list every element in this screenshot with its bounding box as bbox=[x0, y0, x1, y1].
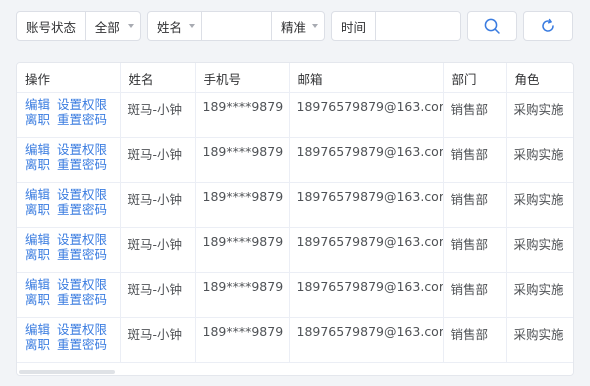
table-row: 编辑 设置权限 离职 重置密码 斑马-小钟 189****9879 18976579… bbox=[17, 272, 573, 318]
reset-password-link[interactable]: 重置密码 bbox=[57, 337, 107, 352]
edit-link[interactable]: 编辑 bbox=[25, 142, 50, 157]
reset-password-link[interactable]: 重置密码 bbox=[57, 202, 107, 217]
account-status-label: 账号状态 bbox=[26, 19, 77, 35]
table-row: 编辑 设置权限 离职 重置密码 斑马-小钟 189****9879 18976579… bbox=[17, 92, 573, 138]
column-header-name: 姓名 bbox=[120, 63, 196, 93]
cell-role: 采购实施 bbox=[506, 92, 573, 138]
set-permissions-link[interactable]: 设置权限 bbox=[57, 187, 107, 202]
table-row: 编辑 设置权限 离职 重置密码 斑马-小钟 189****9879 18976579… bbox=[17, 227, 573, 273]
cell-email: 18976579879@163.com bbox=[289, 137, 444, 183]
search-button[interactable] bbox=[467, 11, 517, 41]
name-search-input[interactable] bbox=[201, 12, 271, 40]
set-permissions-link[interactable]: 设置权限 bbox=[57, 142, 107, 157]
edit-link[interactable]: 编辑 bbox=[25, 277, 50, 292]
cell-name: 斑马-小钟 bbox=[120, 272, 196, 318]
cell-email: 18976579879@163.com bbox=[289, 272, 444, 318]
cell-department: 销售部 bbox=[443, 137, 507, 183]
table-body: 编辑 设置权限 离职 重置密码 斑马-小钟 189****9879 18976579… bbox=[17, 92, 573, 363]
cell-role: 采购实施 bbox=[506, 182, 573, 228]
cell-email: 18976579879@163.com bbox=[289, 92, 444, 138]
column-header-department: 部门 bbox=[443, 63, 507, 93]
reset-password-link[interactable]: 重置密码 bbox=[57, 157, 107, 172]
filter-bar: 账号状态 全部 姓名 精准 时间 bbox=[0, 0, 590, 50]
match-mode-value: 精准 bbox=[281, 19, 307, 35]
cell-name: 斑马-小钟 bbox=[120, 92, 196, 138]
reset-password-link[interactable]: 重置密码 bbox=[57, 292, 107, 307]
user-table-card: 操作 姓名 手机号 邮箱 部门 角色 编辑 设置权限 离职 重置密码 斑马-小钟 1… bbox=[16, 62, 574, 376]
row-actions: 编辑 设置权限 离职 重置密码 bbox=[17, 317, 121, 363]
edit-link[interactable]: 编辑 bbox=[25, 187, 50, 202]
chevron-down-icon bbox=[189, 24, 195, 28]
cell-department: 销售部 bbox=[443, 272, 507, 318]
search-icon bbox=[484, 18, 500, 34]
cell-phone: 189****9879 bbox=[195, 92, 290, 138]
cell-phone: 189****9879 bbox=[195, 137, 290, 183]
match-mode-select[interactable]: 精准 bbox=[271, 12, 324, 40]
refresh-icon bbox=[542, 18, 554, 32]
table-row: 编辑 设置权限 离职 重置密码 斑马-小钟 189****9879 18976579… bbox=[17, 137, 573, 183]
resign-link[interactable]: 离职 bbox=[25, 292, 50, 307]
resign-link[interactable]: 离职 bbox=[25, 247, 50, 262]
column-header-phone: 手机号 bbox=[195, 63, 290, 93]
time-label: 时间 bbox=[341, 19, 367, 35]
cell-name: 斑马-小钟 bbox=[120, 317, 196, 363]
cell-name: 斑马-小钟 bbox=[120, 227, 196, 273]
set-permissions-link[interactable]: 设置权限 bbox=[57, 277, 107, 292]
cell-phone: 189****9879 bbox=[195, 182, 290, 228]
row-actions: 编辑 设置权限 离职 重置密码 bbox=[17, 227, 121, 273]
scrollbar-thumb[interactable] bbox=[19, 370, 115, 374]
reset-password-link[interactable]: 重置密码 bbox=[57, 247, 107, 262]
cell-name: 斑马-小钟 bbox=[120, 182, 196, 228]
row-actions: 编辑 设置权限 离职 重置密码 bbox=[17, 272, 121, 318]
table-row: 编辑 设置权限 离职 重置密码 斑马-小钟 189****9879 18976579… bbox=[17, 182, 573, 228]
row-actions: 编辑 设置权限 离职 重置密码 bbox=[17, 92, 121, 138]
cell-role: 采购实施 bbox=[506, 227, 573, 273]
chevron-down-icon bbox=[312, 24, 319, 28]
cell-name: 斑马-小钟 bbox=[120, 137, 196, 183]
cell-role: 采购实施 bbox=[506, 137, 573, 183]
name-field-select[interactable]: 姓名 bbox=[148, 12, 201, 40]
cell-email: 18976579879@163.com bbox=[289, 227, 444, 273]
table-header: 操作 姓名 手机号 邮箱 部门 角色 bbox=[17, 63, 573, 93]
row-actions: 编辑 设置权限 离职 重置密码 bbox=[17, 182, 121, 228]
reset-password-link[interactable]: 重置密码 bbox=[57, 112, 107, 127]
account-status-value: 全部 bbox=[94, 19, 120, 35]
cell-email: 18976579879@163.com bbox=[289, 317, 444, 363]
resign-link[interactable]: 离职 bbox=[25, 157, 50, 172]
resign-link[interactable]: 离职 bbox=[25, 337, 50, 352]
name-search-filter: 姓名 精准 bbox=[147, 11, 325, 41]
cell-phone: 189****9879 bbox=[195, 227, 290, 273]
refresh-button[interactable] bbox=[523, 11, 573, 41]
resign-link[interactable]: 离职 bbox=[25, 112, 50, 127]
column-header-email: 邮箱 bbox=[289, 63, 444, 93]
horizontal-scrollbar[interactable] bbox=[17, 370, 573, 375]
time-filter: 时间 bbox=[331, 11, 461, 41]
name-field-value: 姓名 bbox=[157, 19, 183, 35]
edit-link[interactable]: 编辑 bbox=[25, 97, 50, 112]
cell-department: 销售部 bbox=[443, 227, 507, 273]
column-header-actions: 操作 bbox=[17, 63, 121, 93]
account-status-filter: 账号状态 全部 bbox=[16, 11, 141, 41]
edit-link[interactable]: 编辑 bbox=[25, 232, 50, 247]
cell-department: 销售部 bbox=[443, 92, 507, 138]
chevron-down-icon bbox=[128, 24, 134, 28]
account-status-select[interactable]: 全部 bbox=[84, 12, 140, 40]
set-permissions-link[interactable]: 设置权限 bbox=[57, 232, 107, 247]
cell-role: 采购实施 bbox=[506, 272, 573, 318]
set-permissions-link[interactable]: 设置权限 bbox=[57, 322, 107, 337]
resign-link[interactable]: 离职 bbox=[25, 202, 50, 217]
cell-department: 销售部 bbox=[443, 317, 507, 363]
table-row: 编辑 设置权限 离职 重置密码 斑马-小钟 189****9879 18976579… bbox=[17, 317, 573, 363]
column-header-role: 角色 bbox=[506, 63, 573, 93]
edit-link[interactable]: 编辑 bbox=[25, 322, 50, 337]
cell-phone: 189****9879 bbox=[195, 317, 290, 363]
user-table: 操作 姓名 手机号 邮箱 部门 角色 编辑 设置权限 离职 重置密码 斑马-小钟 1… bbox=[17, 63, 573, 363]
cell-email: 18976579879@163.com bbox=[289, 182, 444, 228]
cell-role: 采购实施 bbox=[506, 317, 573, 363]
time-input[interactable] bbox=[375, 12, 460, 40]
cell-department: 销售部 bbox=[443, 182, 507, 228]
set-permissions-link[interactable]: 设置权限 bbox=[57, 97, 107, 112]
cell-phone: 189****9879 bbox=[195, 272, 290, 318]
row-actions: 编辑 设置权限 离职 重置密码 bbox=[17, 137, 121, 183]
